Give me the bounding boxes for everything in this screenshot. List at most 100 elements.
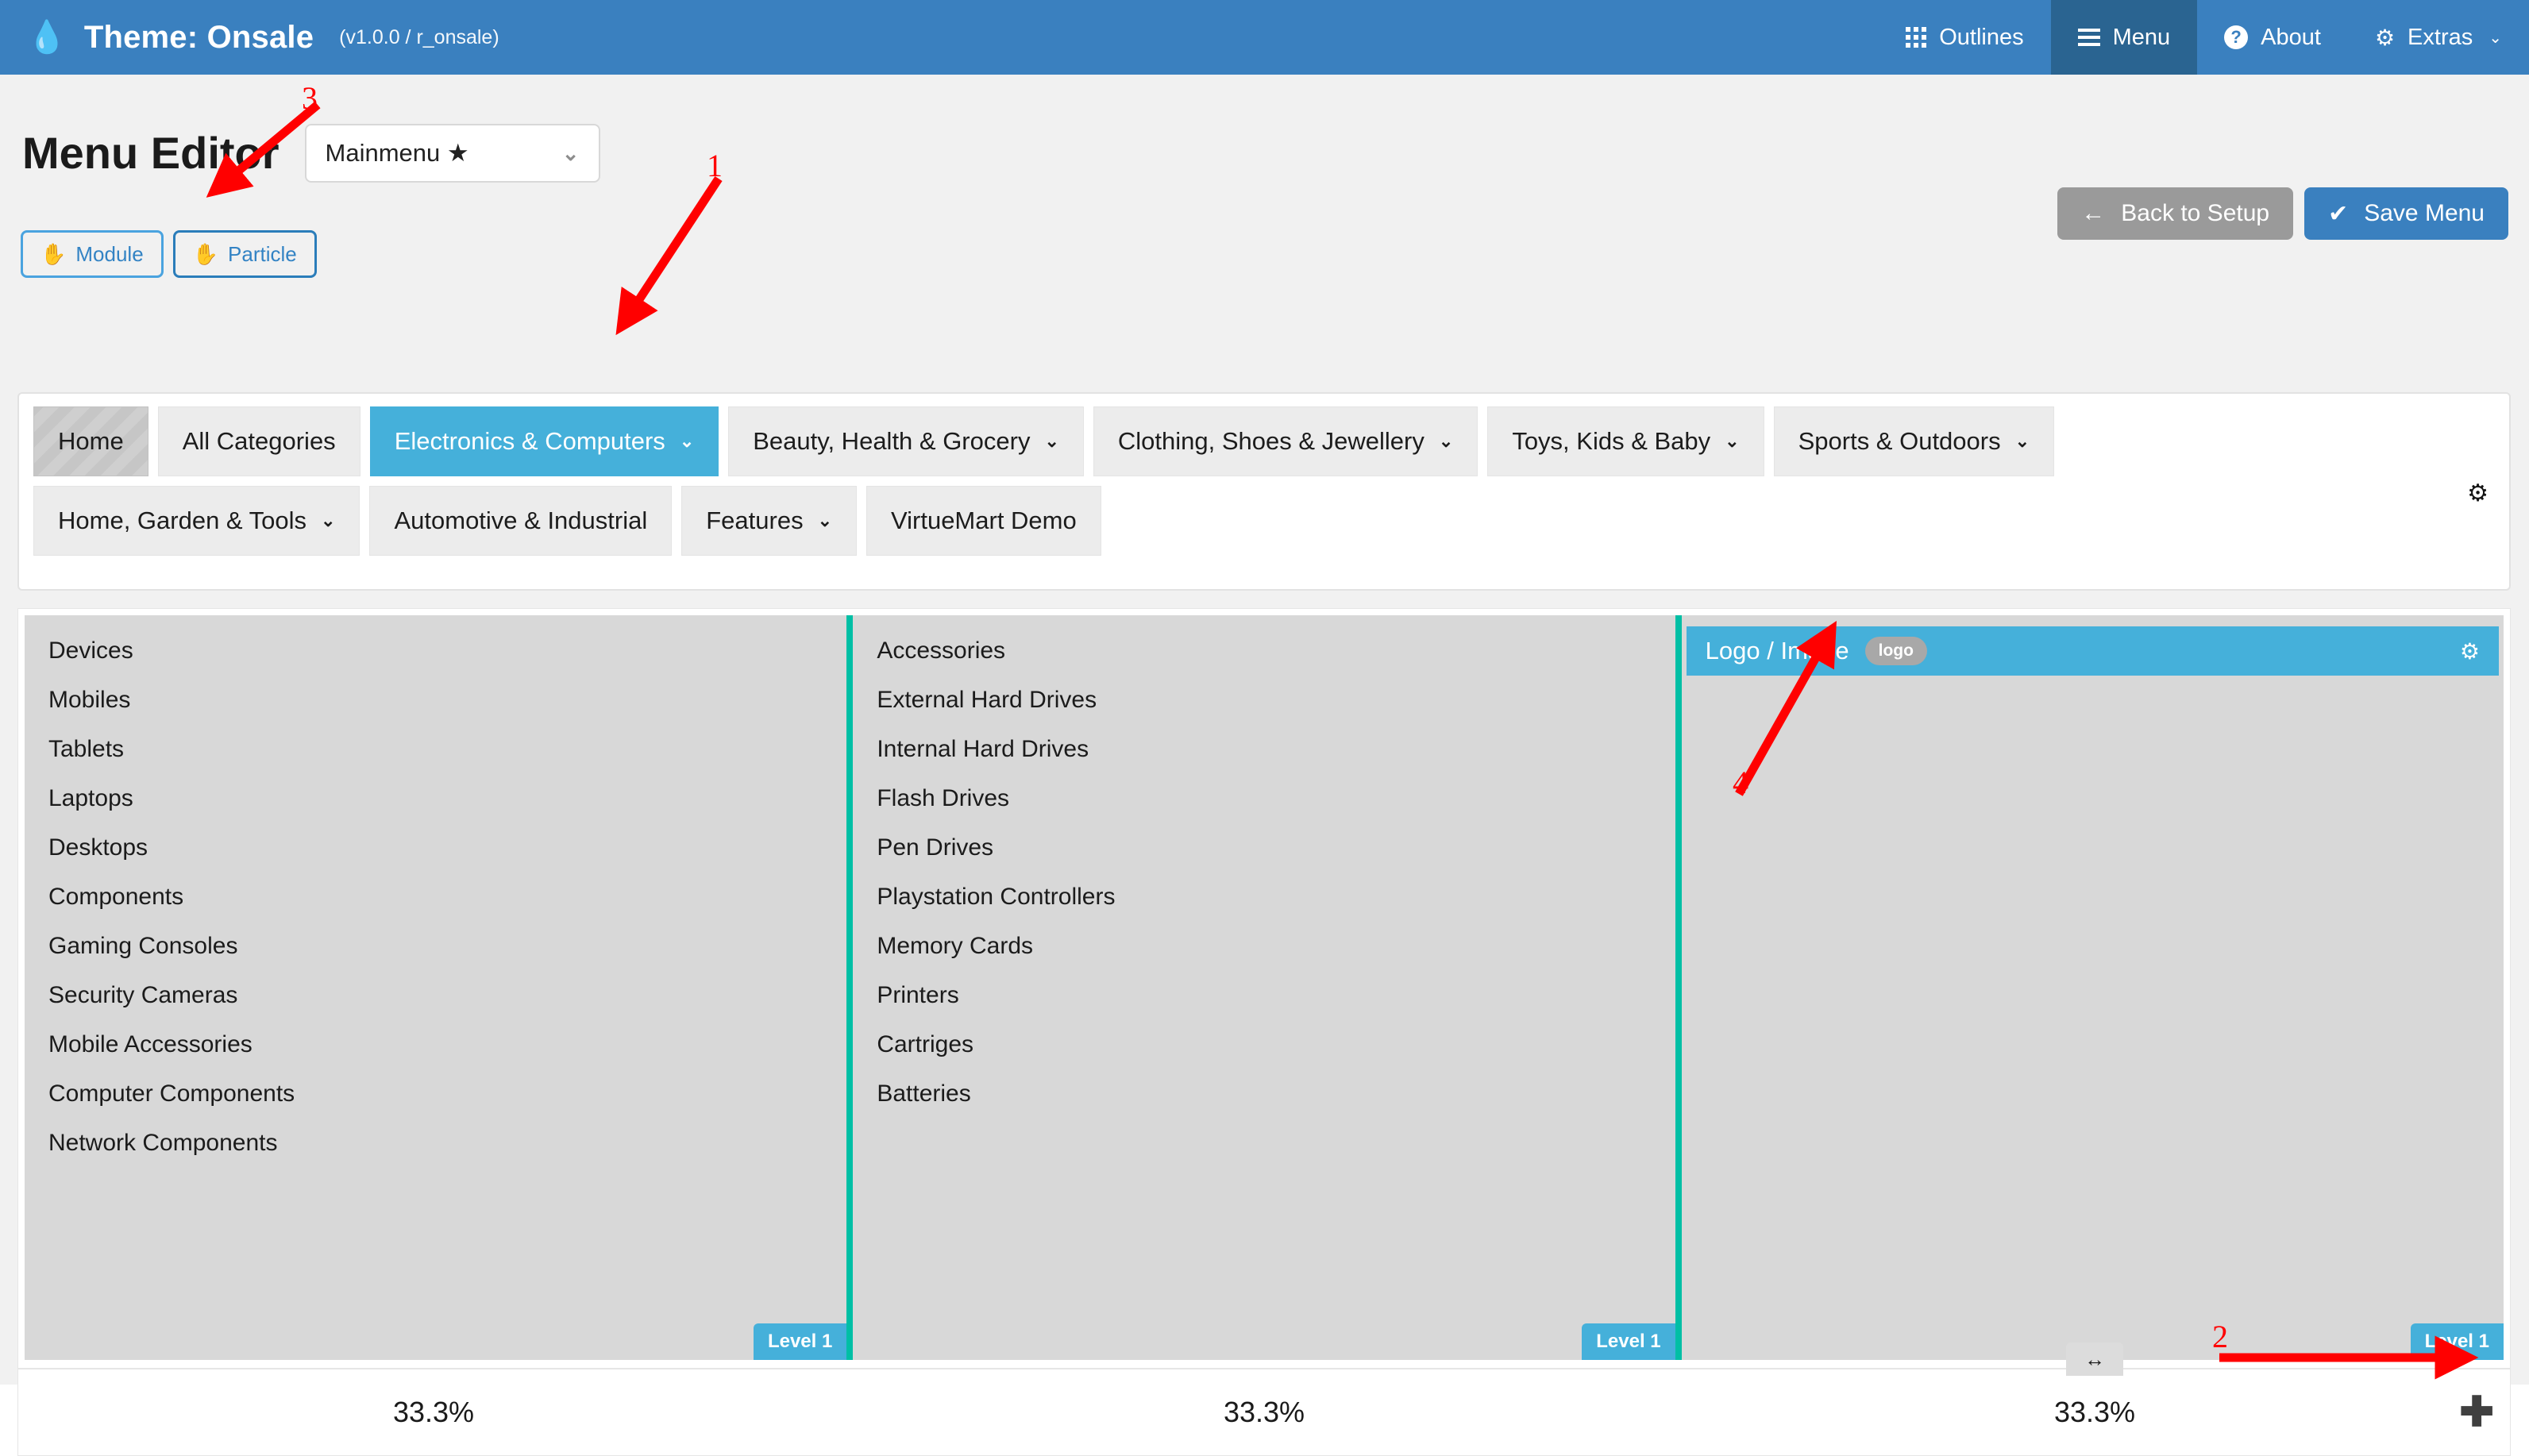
module-type-button[interactable]: ✋ Module: [21, 230, 164, 278]
particle-type-button[interactable]: ✋ Particle: [172, 230, 317, 278]
list-item[interactable]: Accessories: [853, 626, 1675, 676]
menu-columns-wrapper: Devices Mobiles Tablets Laptops Desktops…: [25, 615, 2504, 1360]
menu-tab-label: Features: [706, 507, 804, 534]
list-item[interactable]: External Hard Drives: [853, 676, 1675, 725]
nav-label-extras: Extras: [2408, 24, 2473, 50]
gear-icon[interactable]: ⚙: [2467, 480, 2489, 507]
logo-image-particle[interactable]: Logo / Image logo ⚙: [1686, 626, 2499, 676]
column-width-cell-3: ↔ 33.3% ✚: [1679, 1342, 2510, 1455]
menu-column-3: Logo / Image logo ⚙ Level 1: [1681, 615, 2504, 1360]
menu-tab-sports-outdoors[interactable]: Sports & Outdoors ⌄: [1773, 406, 2055, 476]
list-item[interactable]: Cartriges: [853, 1020, 1675, 1069]
particle-title: Logo / Image: [1705, 637, 1849, 664]
hand-icon: ✋: [40, 241, 67, 266]
menu-column-1: Devices Mobiles Tablets Laptops Desktops…: [25, 615, 847, 1360]
header-actions: ← Back to Setup ✔ Save Menu: [2057, 187, 2508, 240]
nav-label-menu: Menu: [2112, 24, 2171, 50]
list-item[interactable]: Internal Hard Drives: [853, 725, 1675, 774]
list-item[interactable]: Network Components: [25, 1119, 846, 1168]
question-circle-icon: ?: [2224, 25, 2249, 49]
chevron-down-icon: ⌄: [1438, 431, 1454, 451]
menu-column-2: Accessories External Hard Drives Interna…: [853, 615, 1675, 1360]
menu-tab-toys-kids-baby[interactable]: Toys, Kids & Baby ⌄: [1487, 406, 1764, 476]
add-column-button[interactable]: ✚: [2459, 1392, 2494, 1434]
menu-tab-label: Automotive & Industrial: [394, 507, 648, 534]
nav-item-extras[interactable]: ⚙ Extras ⌄: [2348, 0, 2529, 75]
hand-icon: ✋: [192, 241, 219, 266]
page-body: Menu Editor Mainmenu ★ ⌄ ✋ Module ✋ Part…: [0, 75, 2529, 1456]
chevron-down-icon: ⌄: [1725, 431, 1740, 451]
app-top-bar: 💧 Theme: Onsale (v1.0.0 / r_onsale) Outl…: [0, 0, 2529, 75]
back-to-setup-label: Back to Setup: [2121, 200, 2270, 226]
column-width-bar: 33.3% 33.3% ↔ 33.3% ✚: [17, 1342, 2511, 1456]
chevron-down-icon: ⌄: [561, 141, 580, 165]
menu-tab-automotive-industrial[interactable]: Automotive & Industrial: [369, 486, 673, 556]
column-width-value: 33.3%: [2053, 1396, 2136, 1428]
list-item[interactable]: Computer Components: [25, 1069, 846, 1119]
list-item[interactable]: Security Cameras: [25, 971, 846, 1020]
column-width-value: 33.3%: [1223, 1396, 1305, 1428]
save-menu-label: Save Menu: [2364, 200, 2485, 226]
menu-tab-electronics-computers[interactable]: Electronics & Computers ⌄: [369, 406, 719, 476]
gear-icon: ⚙: [2374, 25, 2396, 50]
nav-item-about[interactable]: ? About: [2197, 0, 2348, 75]
menu-tab-label: Toys, Kids & Baby: [1512, 427, 1711, 455]
menu-tab-label: Home: [58, 427, 124, 455]
column-width-cell-2: 33.3%: [849, 1369, 1679, 1455]
menu-tab-label: Sports & Outdoors: [1798, 427, 2001, 455]
nav-label-outlines: Outlines: [1939, 24, 2024, 50]
nav-item-outlines[interactable]: Outlines: [1879, 0, 2050, 75]
list-item[interactable]: Desktops: [25, 823, 846, 872]
level-badge: Level 1: [2410, 1323, 2504, 1360]
menu-tab-clothing-shoes-jewellery[interactable]: Clothing, Shoes & Jewellery ⌄: [1093, 406, 1478, 476]
hamburger-icon: [2077, 29, 2100, 46]
brand-block: 💧 Theme: Onsale (v1.0.0 / r_onsale): [0, 0, 499, 75]
check-icon: ✔: [2328, 200, 2349, 227]
list-item[interactable]: Gaming Consoles: [25, 922, 846, 971]
list-item[interactable]: Components: [25, 872, 846, 922]
column-resize-handle[interactable]: ↔: [2066, 1342, 2123, 1376]
list-item[interactable]: Devices: [25, 626, 846, 676]
list-item[interactable]: Mobiles: [25, 676, 846, 725]
nav-item-menu[interactable]: Menu: [2050, 0, 2198, 75]
level-badge: Level 1: [753, 1323, 847, 1360]
menu-tab-label: Clothing, Shoes & Jewellery: [1117, 427, 1424, 455]
nav-label-about: About: [2261, 24, 2321, 50]
column-separator[interactable]: [1675, 615, 1682, 1360]
column-width-cell-1: 33.3%: [18, 1369, 849, 1455]
top-navigation: Outlines Menu ? About ⚙ Extras ⌄: [1879, 0, 2529, 75]
page-header-row: Menu Editor Mainmenu ★ ⌄: [22, 124, 600, 183]
list-item[interactable]: Laptops: [25, 774, 846, 823]
menu-tab-virtuemart-demo[interactable]: VirtueMart Demo: [866, 486, 1101, 556]
list-item[interactable]: Memory Cards: [853, 922, 1675, 971]
water-drop-icon: 💧: [27, 20, 67, 55]
menu-tab-label: Beauty, Health & Grocery: [753, 427, 1031, 455]
menu-tab-label: Electronics & Computers: [394, 427, 665, 455]
list-item[interactable]: Flash Drives: [853, 774, 1675, 823]
list-item[interactable]: Printers: [853, 971, 1675, 1020]
back-to-setup-button[interactable]: ← Back to Setup: [2057, 187, 2294, 240]
menu-tabs-rows: Home All Categories Electronics & Comput…: [19, 394, 2509, 568]
list-item[interactable]: Pen Drives: [853, 823, 1675, 872]
page-title: Menu Editor: [22, 128, 280, 178]
grid-icon: [1906, 27, 1927, 48]
module-button-label: Module: [75, 241, 144, 266]
menu-tab-home-garden-tools[interactable]: Home, Garden & Tools ⌄: [33, 486, 360, 556]
list-item[interactable]: Batteries: [853, 1069, 1675, 1119]
list-item[interactable]: Playstation Controllers: [853, 872, 1675, 922]
menu-tab-row-2: Home, Garden & Tools ⌄ Automotive & Indu…: [33, 486, 2495, 556]
menu-tab-label: Home, Garden & Tools: [58, 507, 307, 534]
menu-tab-all-categories[interactable]: All Categories: [157, 406, 360, 476]
save-menu-button[interactable]: ✔ Save Menu: [2304, 187, 2508, 240]
menu-tab-beauty-health-grocery[interactable]: Beauty, Health & Grocery ⌄: [728, 406, 1084, 476]
level-badge: Level 1: [1582, 1323, 1675, 1360]
menu-tab-label: All Categories: [182, 427, 336, 455]
menu-tab-features[interactable]: Features ⌄: [681, 486, 858, 556]
list-item[interactable]: Mobile Accessories: [25, 1020, 846, 1069]
gear-icon[interactable]: ⚙: [2460, 638, 2480, 664]
menu-tab-home[interactable]: Home: [33, 406, 148, 476]
column-separator[interactable]: [846, 615, 854, 1360]
resize-horizontal-icon: ↔: [2084, 1346, 2105, 1371]
menu-select-dropdown[interactable]: Mainmenu ★ ⌄: [304, 124, 600, 183]
list-item[interactable]: Tablets: [25, 725, 846, 774]
